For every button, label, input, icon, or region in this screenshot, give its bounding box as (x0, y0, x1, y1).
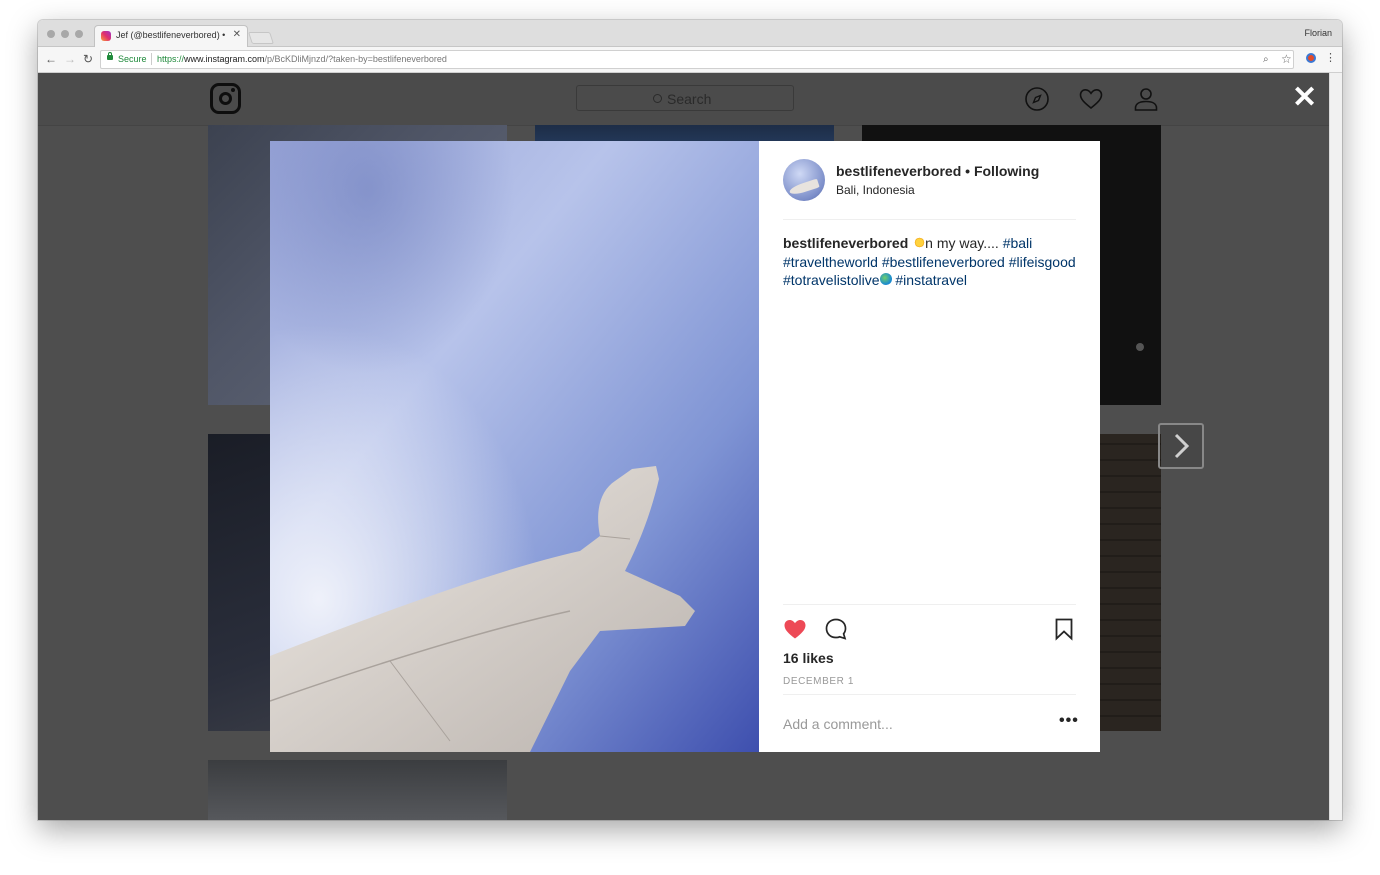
extension-icon[interactable] (1306, 53, 1316, 63)
lock-icon (107, 52, 113, 60)
new-tab-button[interactable] (248, 32, 274, 44)
tab-bar: Jef (@bestlifeneverbored) • In ✕ Florian (38, 20, 1342, 47)
back-icon[interactable]: ← (45, 52, 57, 66)
browser-window: Jef (@bestlifeneverbored) • In ✕ Florian… (38, 20, 1342, 820)
browser-tab[interactable]: Jef (@bestlifeneverbored) • In ✕ (94, 25, 248, 47)
likes-count[interactable]: 16 likes (783, 650, 834, 666)
url-scheme: https:// (157, 54, 185, 64)
hashtag-link[interactable]: #traveltheworld (783, 254, 878, 270)
following-button[interactable]: Following (974, 163, 1039, 179)
explore-compass-icon[interactable] (1024, 86, 1050, 112)
next-post-button[interactable] (1158, 423, 1204, 469)
scrollbar[interactable] (1329, 73, 1342, 820)
post-date: DECEMBER 1 (783, 676, 855, 687)
url-path: /p/BcKDliMjnzd/?taken-by=bestlifeneverbo… (264, 54, 447, 64)
reload-icon[interactable]: ↻ (83, 52, 93, 66)
avatar[interactable] (783, 159, 825, 201)
minimize-window-button[interactable] (61, 30, 69, 38)
close-modal-button[interactable]: ✕ (1292, 83, 1317, 113)
comment-input[interactable]: Add a comment... (783, 716, 893, 732)
zoom-icon[interactable]: ⌕ (1263, 54, 1269, 65)
address-bar: ← → ↻ Secure https://www.instagram.com/p… (38, 47, 1342, 73)
post-details-panel: bestlifeneverbored • Following Bali, Ind… (759, 141, 1100, 752)
more-options-icon[interactable]: ••• (1059, 712, 1079, 730)
post-modal: bestlifeneverbored • Following Bali, Ind… (270, 141, 1100, 752)
close-window-button[interactable] (47, 30, 55, 38)
follow-separator: • (961, 163, 974, 179)
search-input[interactable]: Search (576, 85, 794, 111)
instagram-favicon-icon (101, 31, 111, 41)
divider (783, 694, 1076, 695)
caption-username-link[interactable]: bestlifeneverbored (783, 235, 908, 251)
comment-bubble-icon[interactable] (824, 617, 848, 641)
activity-heart-icon[interactable] (1078, 86, 1104, 112)
caption-text: n my way.... (925, 235, 1003, 251)
chevron-right-icon (1174, 433, 1190, 459)
hashtag-link[interactable]: #bestlifeneverbored (882, 254, 1005, 270)
url-text: https://www.instagram.com/p/BcKDliMjnzd/… (157, 54, 447, 64)
url-field[interactable]: Secure https://www.instagram.com/p/BcKDl… (100, 50, 1294, 69)
url-host: www.instagram.com (184, 54, 265, 64)
bookmark-star-icon[interactable]: ☆ (1281, 52, 1292, 66)
post-photo[interactable] (270, 141, 759, 752)
browser-profile-name[interactable]: Florian (1304, 28, 1332, 38)
search-icon (653, 94, 662, 103)
profile-person-icon[interactable] (1133, 86, 1159, 112)
instagram-header: Search (38, 73, 1330, 126)
hashtag-link[interactable]: #totravelistolive (783, 272, 880, 288)
tab-title: Jef (@bestlifeneverbored) • In (116, 30, 226, 40)
instagram-logo-icon[interactable] (210, 83, 241, 114)
post-username-link[interactable]: bestlifeneverbored (836, 163, 961, 179)
save-bookmark-icon[interactable] (1052, 617, 1076, 641)
like-heart-icon[interactable] (783, 617, 807, 641)
sun-emoji-icon (914, 237, 926, 248)
search-placeholder: Search (667, 91, 712, 107)
hashtag-link[interactable]: #instatravel (895, 272, 967, 288)
hashtag-link[interactable]: #bali (1003, 235, 1033, 251)
url-separator (151, 53, 152, 65)
thumbnail-detail (1136, 343, 1144, 351)
divider (783, 219, 1076, 220)
grid-thumbnail[interactable] (208, 760, 507, 820)
page-viewport: Search ✕ bestlifeneverbored • Following … (38, 73, 1330, 820)
browser-menu-icon[interactable]: ⋮ (1325, 51, 1336, 64)
forward-icon[interactable]: → (64, 52, 76, 66)
maximize-window-button[interactable] (75, 30, 83, 38)
hashtag-link[interactable]: #lifeisgood (1009, 254, 1076, 270)
divider (783, 604, 1076, 605)
post-location-link[interactable]: Bali, Indonesia (836, 183, 915, 197)
secure-label: Secure (118, 54, 147, 64)
globe-emoji-icon (879, 273, 892, 285)
tab-close-icon[interactable]: ✕ (233, 29, 241, 40)
airplane-wing-photo (270, 141, 759, 752)
post-author-header: bestlifeneverbored • Following (836, 163, 1039, 179)
post-caption: bestlifeneverbored n my way.... #bali #t… (783, 234, 1076, 290)
